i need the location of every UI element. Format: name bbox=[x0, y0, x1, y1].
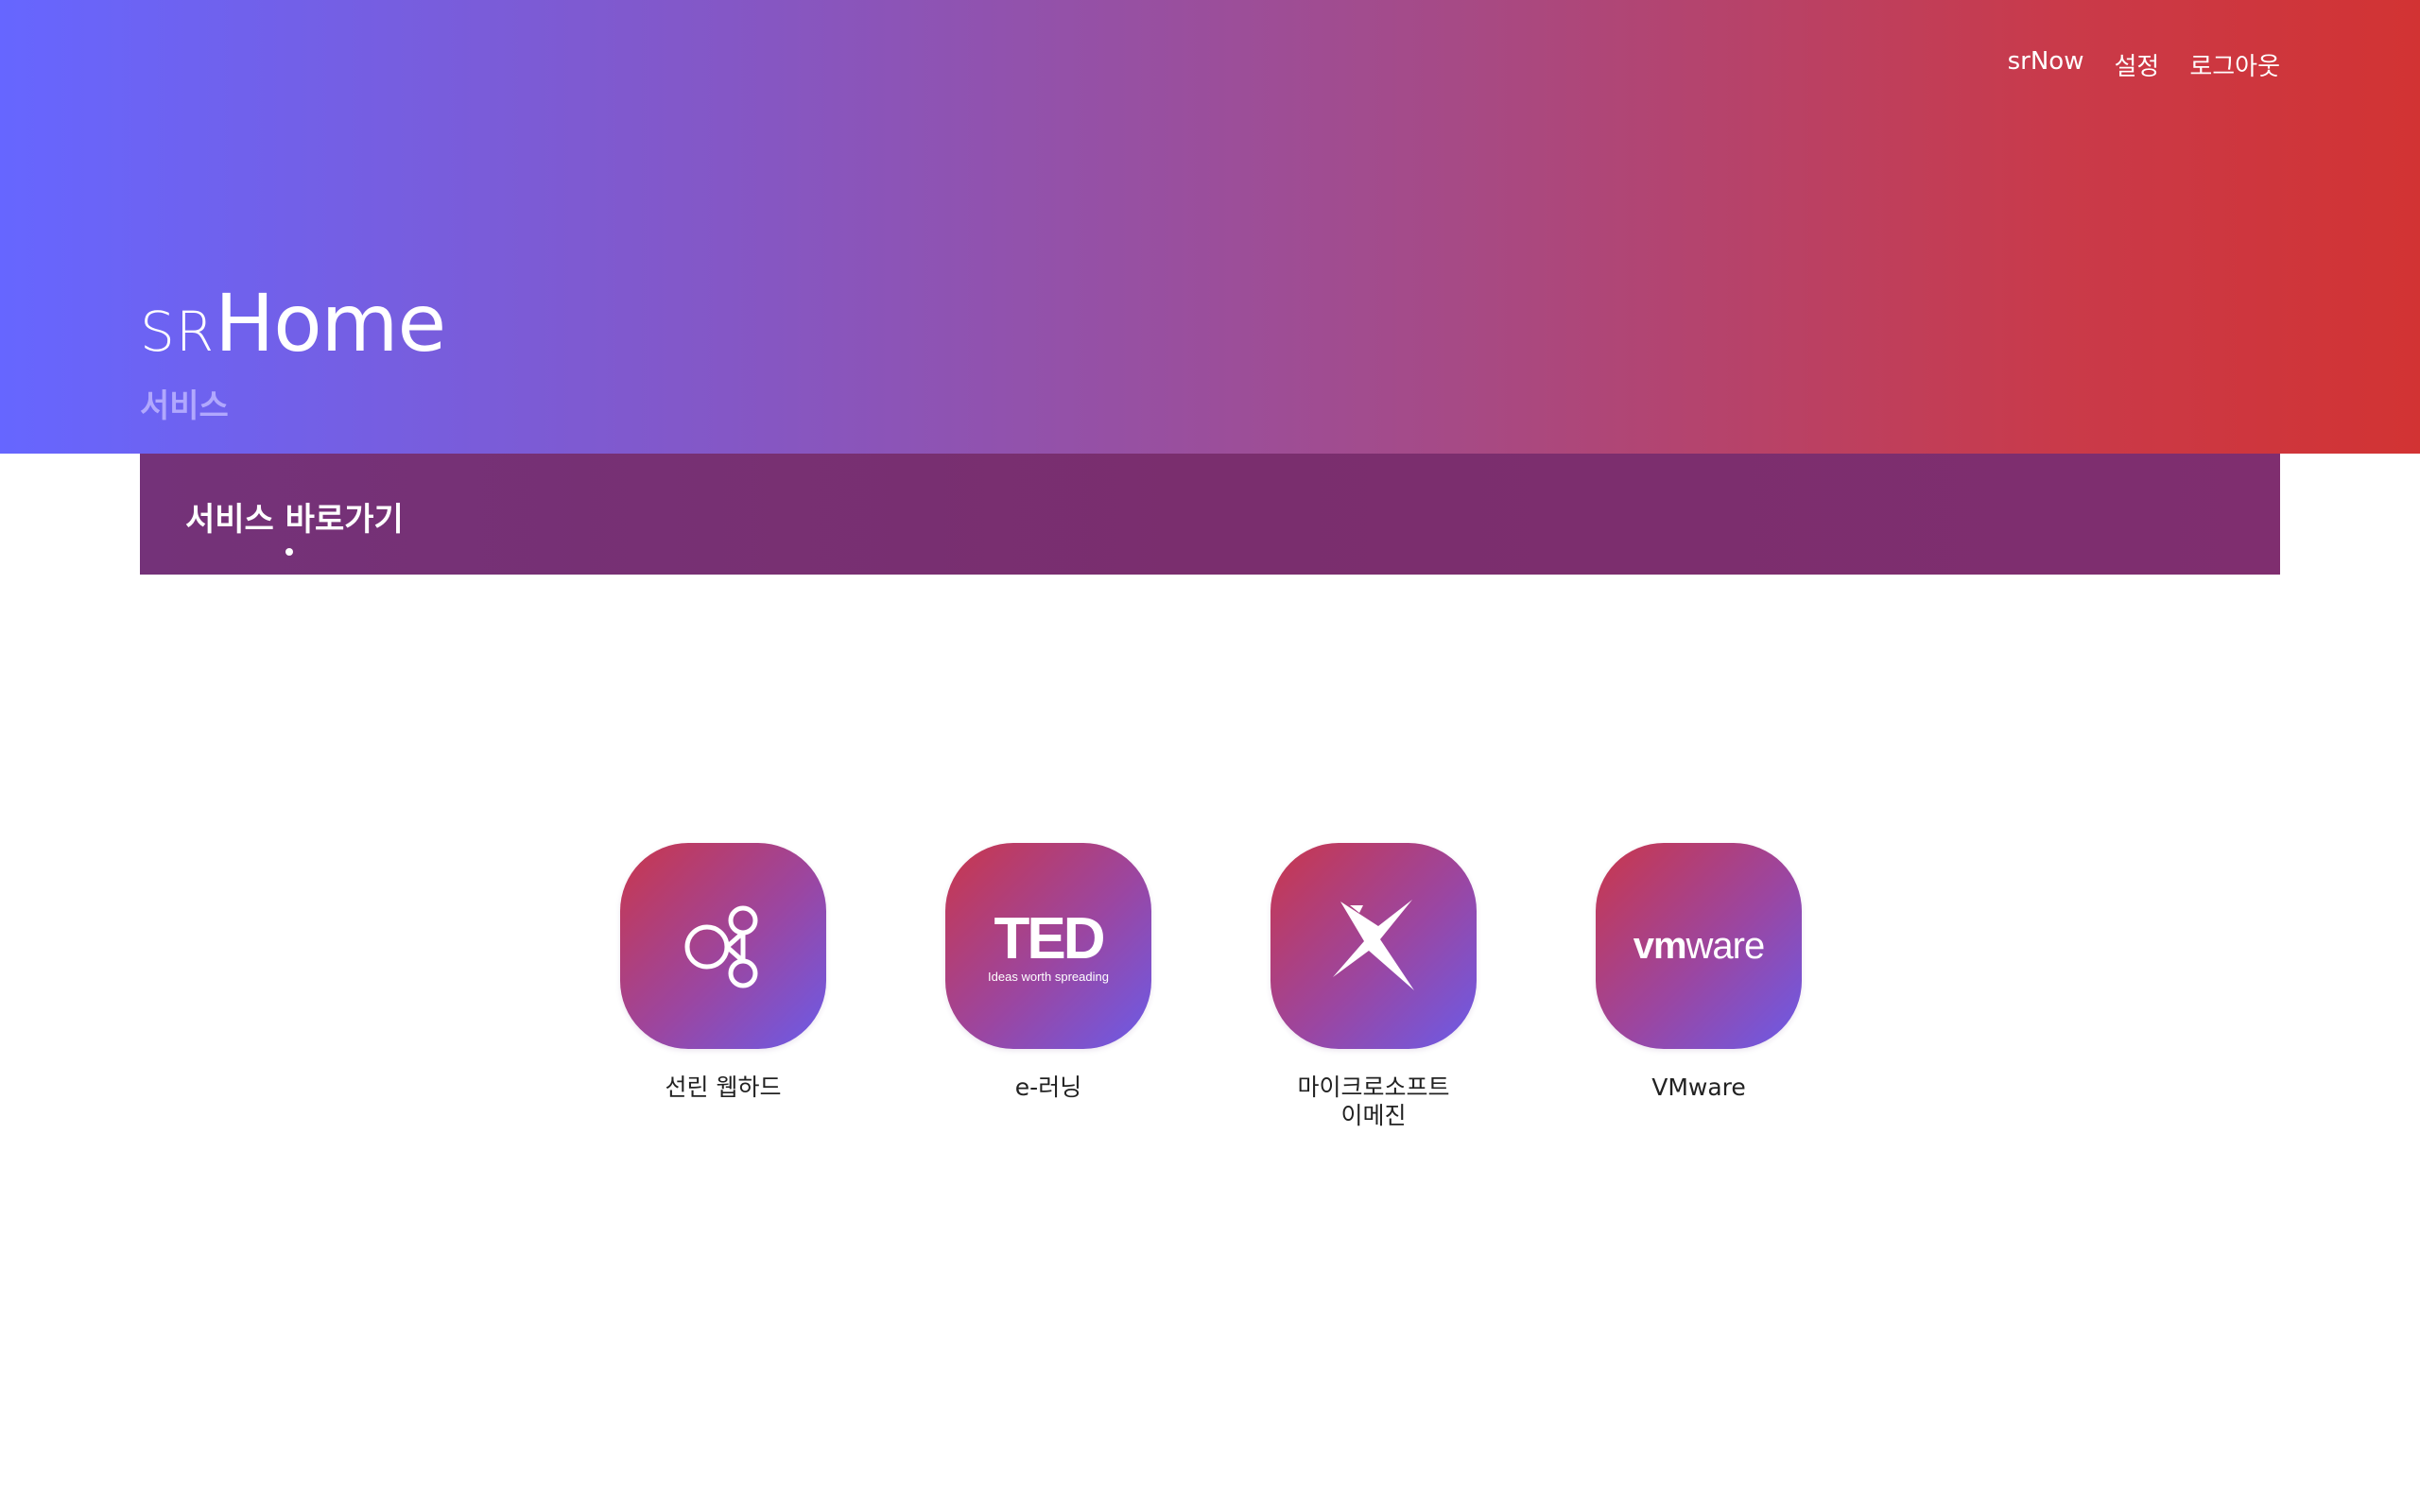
ted-logo-tagline: Ideas worth spreading bbox=[988, 969, 1109, 984]
section-header-bar: 서비스 바로가기 bbox=[140, 454, 2280, 575]
vmware-logo-ware: ware bbox=[1685, 924, 1766, 967]
brand-logo: SRHome bbox=[140, 284, 446, 364]
service-tile-vmware[interactable]: vmware VMware bbox=[1585, 843, 1812, 1102]
hero-header: srNow 설정 로그아웃 SRHome 서비스 bbox=[0, 0, 2420, 454]
molecule-nodes-icon bbox=[620, 843, 826, 1049]
service-label: VMware bbox=[1651, 1074, 1746, 1101]
service-label: 선린 웹하드 bbox=[665, 1074, 782, 1101]
vmware-logo-vm: vm bbox=[1633, 924, 1687, 967]
nav-link-srnow[interactable]: srNow bbox=[2008, 47, 2084, 82]
service-tiles: 선린 웹하드 TED Ideas worth spreading e-러닝 마이… bbox=[0, 843, 2420, 1145]
service-tile-elearning[interactable]: TED Ideas worth spreading e-러닝 bbox=[935, 843, 1162, 1102]
nav-link-logout[interactable]: 로그아웃 bbox=[2189, 47, 2280, 82]
nav-link-settings[interactable]: 설정 bbox=[2114, 47, 2159, 82]
section-title: 서비스 바로가기 bbox=[185, 501, 404, 539]
service-tile-imagine[interactable]: 마이크로소프트 이메진 bbox=[1260, 843, 1487, 1130]
imagine-x-icon bbox=[1270, 843, 1477, 1049]
brand-name: Home bbox=[215, 277, 446, 369]
vmware-logo-icon: vmware bbox=[1596, 843, 1802, 1049]
service-label: 마이크로소프트 이메진 bbox=[1297, 1074, 1450, 1129]
service-tile-webhard[interactable]: 선린 웹하드 bbox=[610, 843, 837, 1102]
section-indicator-dot bbox=[285, 548, 293, 556]
page-subtitle: 서비스 bbox=[140, 387, 229, 425]
brand-prefix: SR bbox=[140, 300, 216, 364]
top-navigation: srNow 설정 로그아웃 bbox=[2008, 47, 2280, 82]
ted-logo-icon: TED Ideas worth spreading bbox=[945, 843, 1151, 1049]
ted-logo-text: TED bbox=[994, 905, 1105, 971]
service-label: e-러닝 bbox=[1014, 1074, 1082, 1101]
